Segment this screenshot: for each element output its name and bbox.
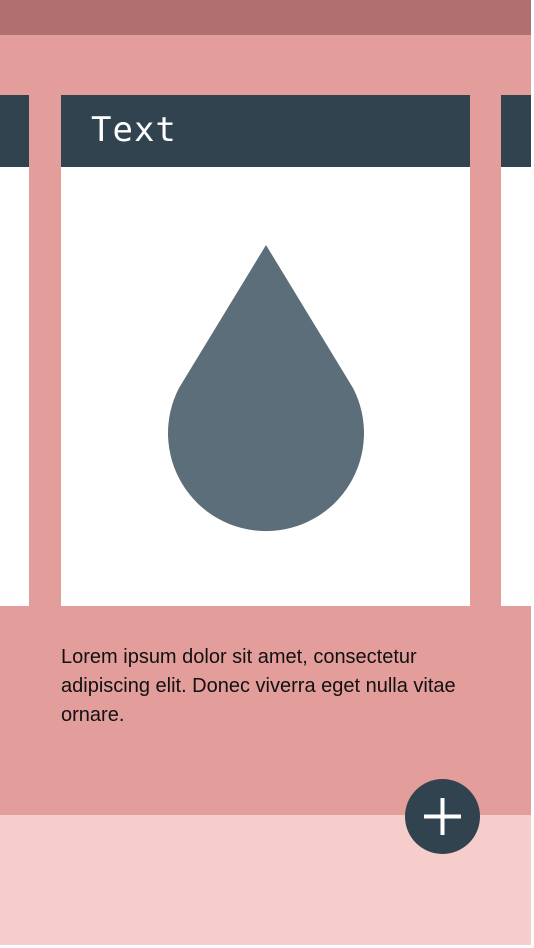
card-description: Lorem ipsum dolor sit amet, consectetur … bbox=[61, 646, 456, 726]
card-header: Text bbox=[61, 95, 470, 167]
card-title: Text bbox=[91, 110, 177, 150]
card-image bbox=[61, 167, 470, 606]
plus-icon bbox=[424, 798, 461, 835]
card-header bbox=[0, 95, 29, 167]
carousel-card-next[interactable] bbox=[501, 95, 531, 606]
carousel-card-current[interactable]: Text bbox=[61, 95, 470, 606]
status-bar bbox=[0, 0, 531, 35]
add-button[interactable] bbox=[405, 779, 480, 854]
water-drop-icon bbox=[168, 245, 364, 532]
carousel-card-previous[interactable] bbox=[0, 95, 29, 606]
card-header bbox=[501, 95, 531, 167]
